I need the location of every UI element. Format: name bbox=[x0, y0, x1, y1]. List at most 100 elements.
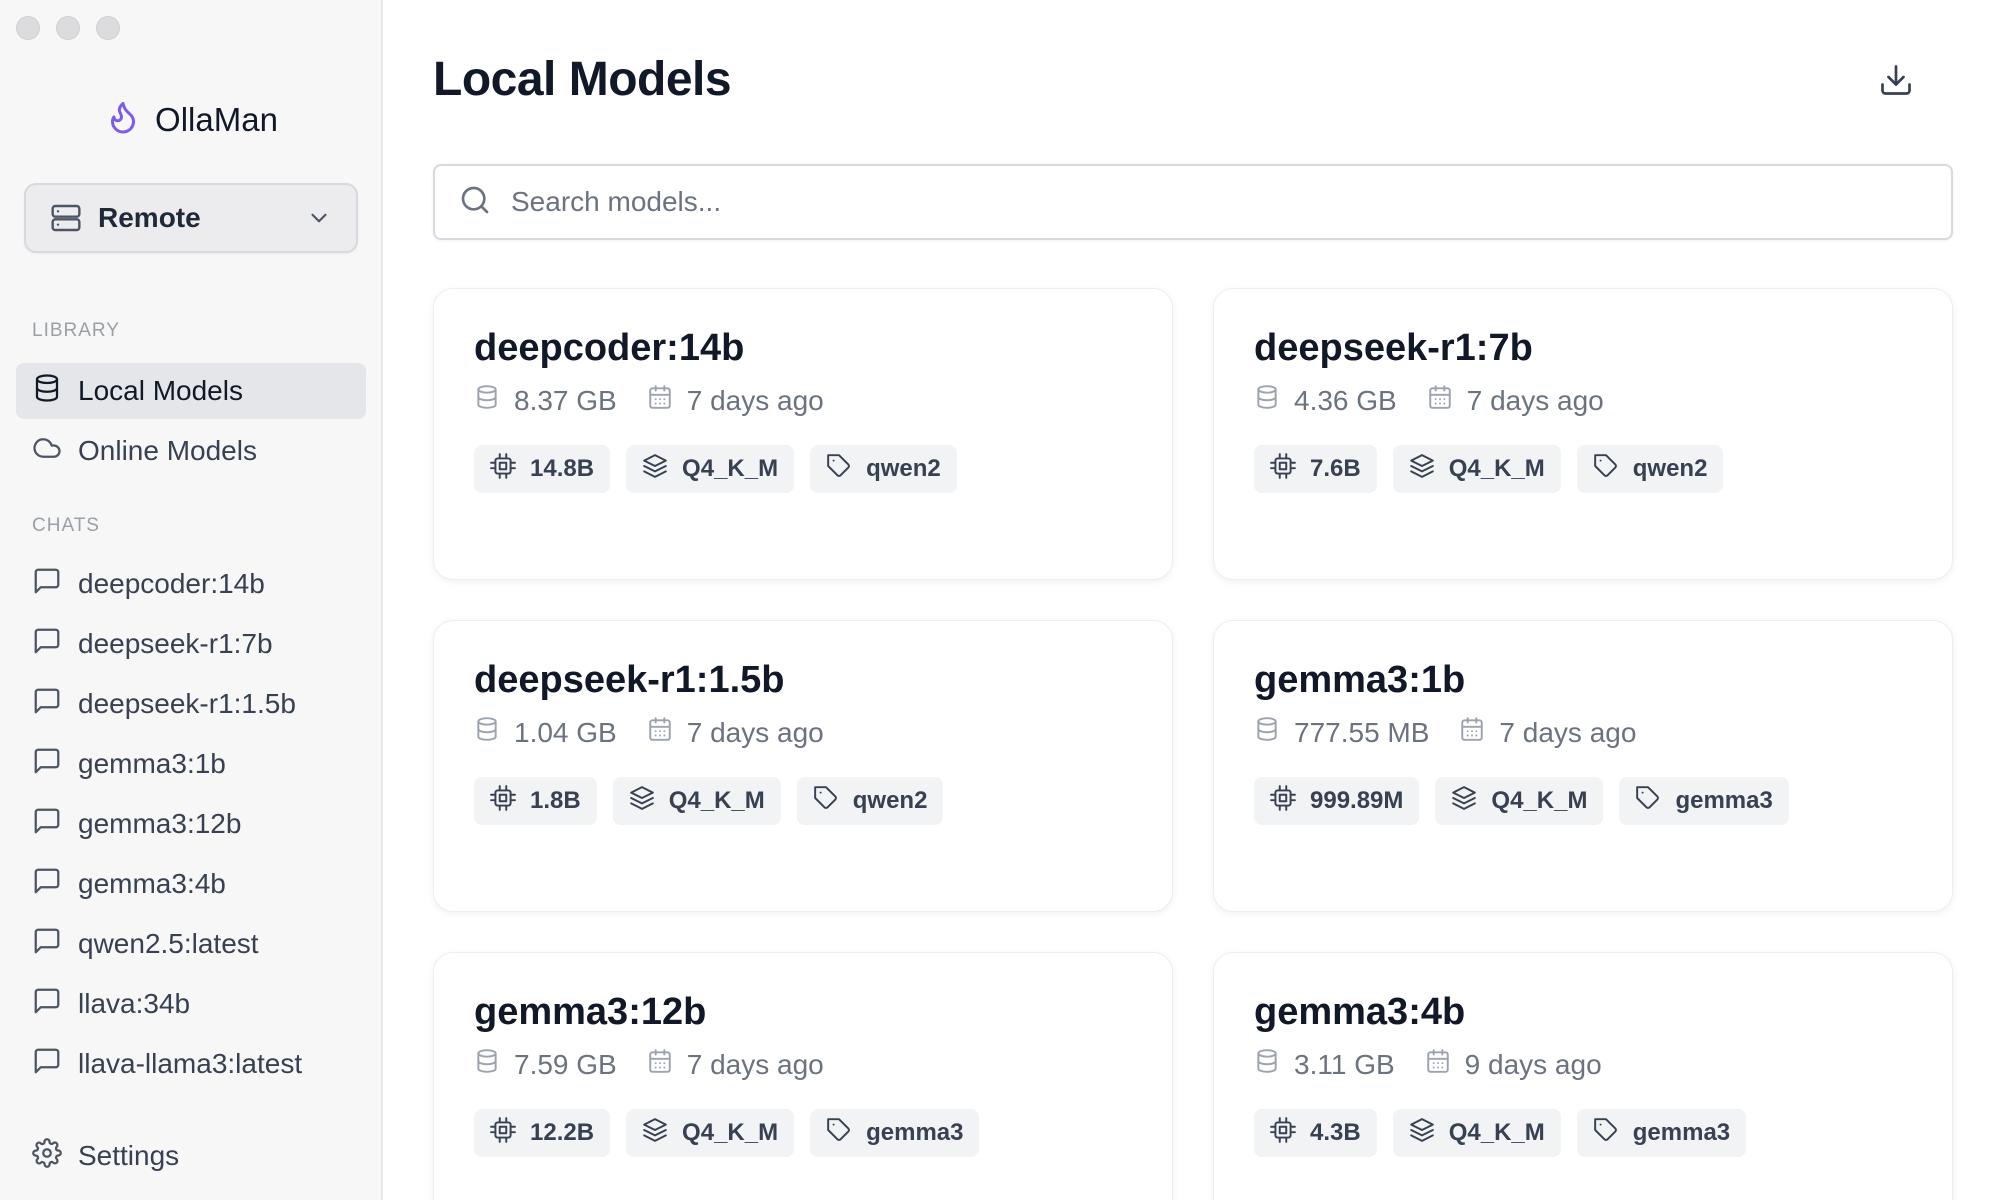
quantization-tag: Q4_K_M bbox=[626, 1109, 795, 1157]
message-icon bbox=[32, 866, 78, 903]
model-modified: 7 days ago bbox=[686, 384, 824, 416]
param-size-tag: 999.89M bbox=[1254, 777, 1420, 825]
layers-icon bbox=[642, 1117, 682, 1150]
chat-item[interactable]: gemma3:1b bbox=[16, 739, 366, 789]
sidebar-item-label: Online Models bbox=[78, 435, 257, 466]
close-window-button[interactable] bbox=[16, 16, 40, 40]
quantization-label: Q4_K_M bbox=[682, 455, 779, 482]
server-select-label: Remote bbox=[98, 202, 201, 233]
model-name: gemma3:12b bbox=[474, 991, 707, 1033]
model-tags: 7.6B Q4_K_M qwen2 bbox=[1254, 445, 1912, 493]
model-size: 777.55 MB bbox=[1294, 716, 1430, 748]
download-model-button[interactable] bbox=[1874, 60, 1918, 104]
calendar-icon bbox=[1459, 716, 1499, 749]
model-card[interactable]: deepcoder:14b 8.37 GB 7 days ago 14.8B Q4_K_… bbox=[433, 288, 1173, 580]
chat-item-label: deepseek-r1:1.5b bbox=[78, 688, 296, 719]
brand: OllaMan bbox=[0, 98, 383, 141]
calendar-icon bbox=[1427, 384, 1467, 417]
message-icon bbox=[32, 986, 78, 1023]
model-name: gemma3:1b bbox=[1254, 659, 1466, 701]
family-tag: qwen2 bbox=[796, 777, 944, 825]
model-tags: 1.8B Q4_K_M qwen2 bbox=[474, 777, 1132, 825]
cpu-icon bbox=[490, 784, 530, 818]
quantization-label: Q4_K_M bbox=[1491, 787, 1588, 814]
quantization-tag: Q4_K_M bbox=[1392, 1109, 1561, 1157]
param-size-tag: 7.6B bbox=[1254, 445, 1377, 493]
model-meta: 777.55 MB 7 days ago bbox=[1254, 716, 1912, 749]
model-card[interactable]: gemma3:12b 7.59 GB 7 days ago 12.2B Q4_K_M ge… bbox=[433, 952, 1173, 1200]
family-label: qwen2 bbox=[852, 787, 928, 814]
model-name: deepcoder:14b bbox=[474, 327, 745, 369]
zoom-window-button[interactable] bbox=[96, 16, 120, 40]
quantization-label: Q4_K_M bbox=[682, 1119, 779, 1146]
sidebar-item-online-models[interactable]: Online Models bbox=[16, 423, 366, 479]
tag-icon bbox=[1593, 453, 1633, 486]
cpu-icon bbox=[490, 1116, 530, 1150]
sidebar-item-local-models[interactable]: Local Models bbox=[16, 363, 366, 419]
layers-icon bbox=[642, 453, 682, 486]
model-name: deepseek-r1:1.5b bbox=[474, 659, 785, 701]
server-icon bbox=[50, 202, 82, 234]
model-meta: 4.36 GB 7 days ago bbox=[1254, 384, 1912, 417]
param-size-tag: 4.3B bbox=[1254, 1109, 1377, 1157]
window-controls bbox=[16, 16, 120, 40]
chat-item[interactable]: qwen2.5:latest bbox=[16, 919, 366, 969]
model-meta: 3.11 GB 9 days ago bbox=[1254, 1048, 1912, 1081]
quantization-tag: Q4_K_M bbox=[1435, 777, 1604, 825]
chat-item[interactable]: gemma3:12b bbox=[16, 799, 366, 849]
family-label: gemma3 bbox=[866, 1119, 964, 1146]
quantization-label: Q4_K_M bbox=[668, 787, 765, 814]
model-modified: 7 days ago bbox=[686, 716, 824, 748]
calendar-icon bbox=[647, 1048, 687, 1081]
model-modified: 7 days ago bbox=[1499, 716, 1637, 748]
tag-icon bbox=[813, 785, 853, 818]
param-size-label: 12.2B bbox=[530, 1119, 595, 1146]
param-size-label: 1.8B bbox=[530, 787, 581, 814]
param-size-tag: 14.8B bbox=[474, 445, 611, 493]
layers-icon bbox=[1451, 785, 1491, 818]
server-select[interactable]: Remote bbox=[24, 183, 358, 253]
model-tags: 12.2B Q4_K_M gemma3 bbox=[474, 1109, 1132, 1157]
chat-item[interactable]: llava-llama3:latest bbox=[16, 1039, 366, 1089]
param-size-label: 14.8B bbox=[530, 455, 595, 482]
param-size-tag: 12.2B bbox=[474, 1109, 611, 1157]
chat-item[interactable]: deepseek-r1:7b bbox=[16, 619, 366, 669]
sidebar: OllaMan Remote LIBRARY Local Models Onli… bbox=[0, 0, 383, 1200]
chat-item-label: deepseek-r1:7b bbox=[78, 628, 273, 659]
chat-item-label: gemma3:4b bbox=[78, 868, 226, 899]
family-label: qwen2 bbox=[866, 455, 941, 482]
tag-icon bbox=[826, 453, 866, 486]
search-input[interactable] bbox=[511, 186, 1911, 218]
model-modified: 7 days ago bbox=[1466, 384, 1604, 416]
settings-button[interactable]: Settings bbox=[16, 1128, 366, 1184]
database-icon bbox=[474, 384, 514, 417]
model-tags: 4.3B Q4_K_M gemma3 bbox=[1254, 1109, 1912, 1157]
minimize-window-button[interactable] bbox=[56, 16, 80, 40]
model-name: gemma3:4b bbox=[1254, 991, 1466, 1033]
gear-icon bbox=[32, 1137, 78, 1175]
param-size-tag: 1.8B bbox=[474, 777, 597, 825]
model-card[interactable]: gemma3:4b 3.11 GB 9 days ago 4.3B Q4_K_M gemm… bbox=[1213, 952, 1953, 1200]
param-size-label: 7.6B bbox=[1310, 455, 1361, 482]
model-size: 7.59 GB bbox=[514, 1048, 617, 1080]
download-icon bbox=[1878, 62, 1914, 103]
search-icon bbox=[459, 184, 511, 221]
family-tag: gemma3 bbox=[1619, 777, 1789, 825]
family-tag: qwen2 bbox=[810, 445, 957, 493]
quantization-label: Q4_K_M bbox=[1448, 455, 1545, 482]
chats-section-label: CHATS bbox=[32, 515, 100, 536]
model-card[interactable]: deepseek-r1:1.5b 1.04 GB 7 days ago 1.8B Q4_… bbox=[433, 620, 1173, 912]
chat-item[interactable]: gemma3:4b bbox=[16, 859, 366, 909]
message-icon bbox=[32, 626, 78, 663]
model-card[interactable]: deepseek-r1:7b 4.36 GB 7 days ago 7.6B Q4_K_… bbox=[1213, 288, 1953, 580]
chat-item[interactable]: llava:34b bbox=[16, 979, 366, 1029]
database-icon bbox=[1254, 716, 1294, 749]
chat-item[interactable]: deepseek-r1:1.5b bbox=[16, 679, 366, 729]
settings-label: Settings bbox=[78, 1140, 180, 1171]
model-size: 1.04 GB bbox=[514, 716, 617, 748]
cpu-icon bbox=[490, 452, 530, 486]
model-card[interactable]: gemma3:1b 777.55 MB 7 days ago 999.89M Q4_K_… bbox=[1213, 620, 1953, 912]
model-meta: 1.04 GB 7 days ago bbox=[474, 716, 1132, 749]
chat-item[interactable]: deepcoder:14b bbox=[16, 559, 366, 609]
quantization-tag: Q4_K_M bbox=[612, 777, 781, 825]
